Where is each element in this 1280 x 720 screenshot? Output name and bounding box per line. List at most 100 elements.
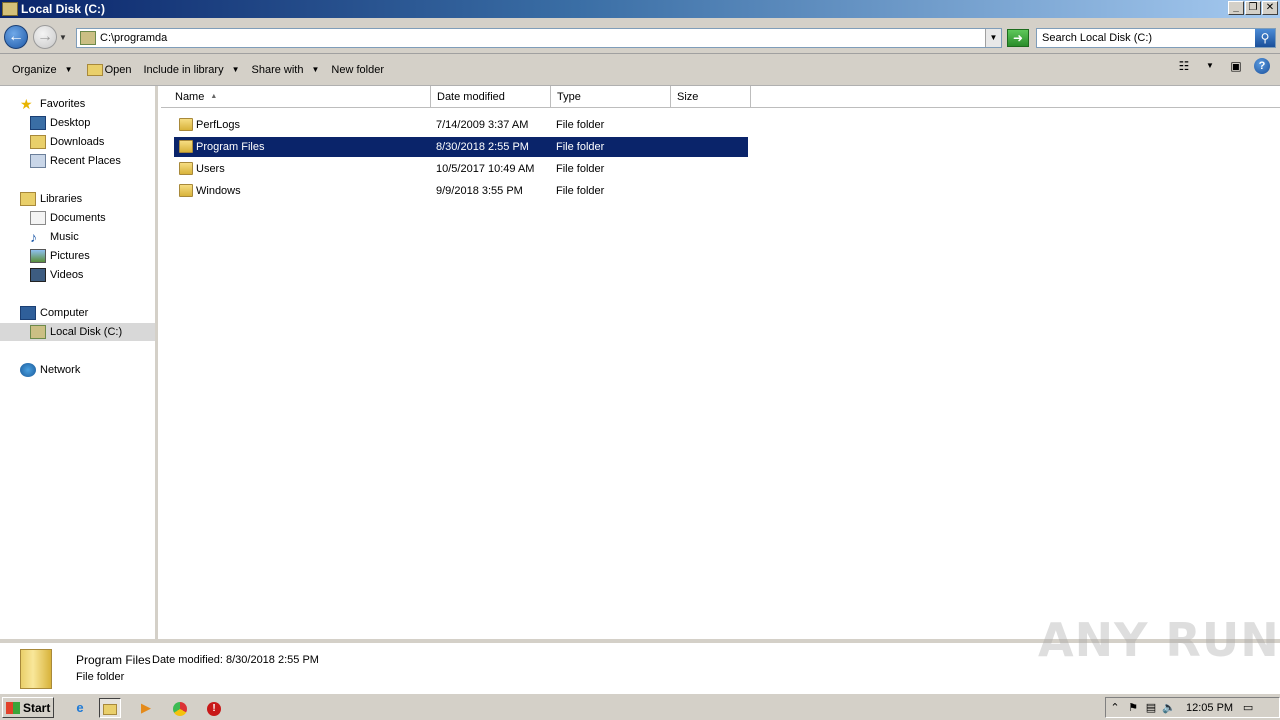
details-item-type: File folder: [76, 671, 125, 683]
column-header: Name ▲ Date modified Type Size: [161, 86, 1280, 108]
videos-icon: [30, 268, 46, 282]
system-tray: ⌃ ⚑ ▤ 🔈 12:05 PM ▭: [1105, 697, 1280, 718]
new-folder-button[interactable]: New folder: [327, 58, 392, 82]
address-dropdown-icon[interactable]: ▼: [985, 29, 1001, 47]
restore-button[interactable]: ❐: [1245, 1, 1261, 15]
details-date-modified: Date modified: 8/30/2018 2:55 PM: [152, 654, 319, 666]
forward-button[interactable]: →: [33, 25, 57, 49]
nav-music[interactable]: ♪ Music: [30, 228, 79, 246]
share-with-button[interactable]: Share with ▼: [248, 58, 328, 82]
chrome-icon[interactable]: [169, 698, 191, 718]
explorer-taskbar-button[interactable]: [99, 698, 121, 718]
nav-recent-places[interactable]: Recent Places: [30, 152, 121, 170]
volume-icon[interactable]: 🔈: [1160, 701, 1178, 714]
nav-label: Computer: [40, 307, 89, 319]
file-date: 7/14/2009 3:37 AM: [436, 119, 529, 131]
flag-icon[interactable]: ⚑: [1124, 701, 1142, 714]
nav-label: Libraries: [40, 193, 83, 205]
nav-downloads[interactable]: Downloads: [30, 133, 104, 151]
view-controls: ☷ ▼ ▣ ?: [1176, 58, 1270, 74]
folder-icon: [179, 162, 193, 175]
folder-open-icon: [86, 63, 103, 76]
nav-desktop[interactable]: Desktop: [30, 114, 90, 132]
address-input[interactable]: [100, 32, 1001, 44]
show-hidden-icons-icon[interactable]: ⌃: [1106, 701, 1124, 714]
start-button[interactable]: Start: [2, 697, 54, 718]
nav-label: Favorites: [40, 98, 86, 110]
search-box[interactable]: ⚲: [1036, 28, 1276, 48]
view-options-icon[interactable]: ☷: [1176, 58, 1192, 74]
documents-icon: [30, 211, 46, 225]
organize-button[interactable]: Organize ▼: [0, 58, 81, 82]
file-row[interactable]: Program Files 8/30/2018 2:55 PM File fol…: [174, 137, 748, 157]
file-name: Windows: [196, 185, 241, 197]
nav-computer[interactable]: Computer: [20, 304, 88, 322]
internet-explorer-icon[interactable]: e: [69, 698, 91, 718]
column-name[interactable]: Name ▲: [169, 86, 431, 108]
open-button[interactable]: Open: [81, 58, 140, 82]
file-type: File folder: [556, 141, 605, 153]
network-tray-icon[interactable]: ▤: [1142, 701, 1160, 714]
open-label: Open: [104, 63, 132, 76]
nav-label: Downloads: [50, 136, 105, 148]
column-size[interactable]: Size: [671, 86, 751, 108]
file-row[interactable]: Windows 9/9/2018 3:55 PM File folder: [174, 181, 748, 201]
computer-icon: [20, 306, 36, 320]
media-player-icon[interactable]: ▶: [135, 698, 157, 718]
preview-pane-icon[interactable]: ▣: [1228, 58, 1244, 74]
file-row[interactable]: PerfLogs 7/14/2009 3:37 AM File folder: [174, 115, 748, 135]
nav-pictures[interactable]: Pictures: [30, 247, 90, 265]
nav-local-disk[interactable]: Local Disk (C:): [0, 323, 155, 341]
stop-icon[interactable]: !: [203, 698, 225, 718]
file-date: 9/9/2018 3:55 PM: [436, 185, 523, 197]
show-desktop-icon[interactable]: ▭: [1239, 701, 1257, 714]
folder-icon: [103, 704, 117, 716]
nav-videos[interactable]: Videos: [30, 266, 83, 284]
chevron-down-icon[interactable]: ▼: [1202, 58, 1218, 74]
details-pane: Program Files Date modified: 8/30/2018 2…: [0, 613, 1280, 693]
music-icon: ♪: [30, 229, 37, 245]
file-date: 8/30/2018 2:55 PM: [436, 141, 529, 153]
network-icon: [20, 363, 36, 377]
navigation-pane: ★ Favorites Desktop Downloads Recent Pla…: [0, 86, 158, 639]
file-row[interactable]: Users 10/5/2017 10:49 AM File folder: [174, 159, 748, 179]
stop-circle-icon: !: [207, 701, 221, 716]
go-button[interactable]: ➜: [1007, 29, 1029, 47]
close-button[interactable]: ✕: [1262, 1, 1278, 15]
file-name: PerfLogs: [196, 119, 241, 131]
address-box[interactable]: ▼: [76, 28, 1002, 48]
column-size-label: Size: [677, 91, 699, 103]
folder-icon: [20, 649, 52, 689]
taskbar: Start e ▶ ! ⌃ ⚑ ▤ 🔈 12:05 PM ▭: [0, 693, 1280, 720]
search-icon[interactable]: ⚲: [1255, 29, 1275, 47]
column-type[interactable]: Type: [551, 86, 671, 108]
watermark: ANY RUN: [1038, 613, 1280, 667]
title-bar[interactable]: Local Disk (C:) _ ❐ ✕: [0, 0, 1280, 18]
column-date-modified[interactable]: Date modified: [431, 86, 551, 108]
forward-arrow-icon: →: [37, 28, 53, 45]
include-in-library-label: Include in library: [143, 63, 224, 76]
start-label: Start: [23, 700, 51, 715]
chevron-down-icon: ▼: [231, 65, 240, 74]
back-button[interactable]: ←: [4, 25, 28, 49]
file-date: 10/5/2017 10:49 AM: [436, 163, 535, 175]
clock[interactable]: 12:05 PM: [1186, 702, 1233, 714]
nav-libraries[interactable]: Libraries: [20, 190, 82, 208]
search-input[interactable]: [1037, 29, 1247, 47]
help-icon[interactable]: ?: [1254, 58, 1270, 74]
window-title: Local Disk (C:): [21, 2, 106, 16]
drive-icon: [80, 31, 96, 45]
folder-icon: [179, 140, 193, 153]
file-name: Users: [196, 163, 225, 175]
nav-favorites[interactable]: ★ Favorites: [20, 95, 85, 113]
include-in-library-button[interactable]: Include in library ▼: [139, 58, 247, 82]
nav-documents[interactable]: Documents: [30, 209, 106, 227]
minimize-button[interactable]: _: [1228, 1, 1244, 15]
chevron-down-icon: ▼: [311, 65, 320, 74]
folder-icon: [179, 118, 193, 131]
nav-label: Documents: [50, 212, 106, 224]
recent-pages-dropdown-icon[interactable]: ▼: [59, 33, 67, 42]
go-arrow-icon: ➜: [1012, 31, 1024, 45]
file-list: Name ▲ Date modified Type Size PerfLogs 7…: [161, 86, 1280, 639]
nav-network[interactable]: Network: [20, 361, 80, 379]
